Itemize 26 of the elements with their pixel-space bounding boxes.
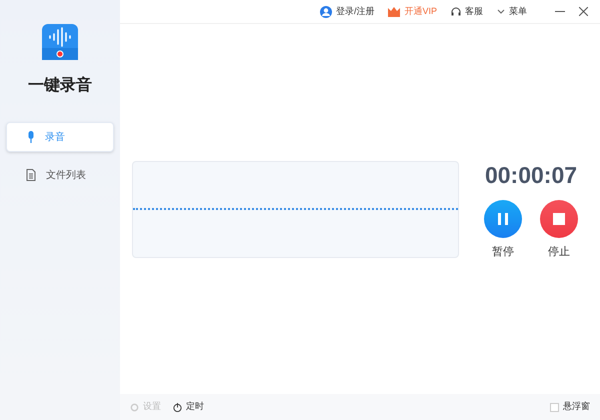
topbar-link[interactable]: 客服 [451, 4, 483, 18]
app-logo-icon [42, 24, 78, 60]
stop-icon [553, 213, 565, 225]
stop-button[interactable] [540, 200, 578, 238]
gear-icon [130, 402, 139, 412]
close-icon[interactable] [579, 7, 588, 16]
timer: 00:00:07 [484, 160, 578, 190]
microphone-icon [27, 131, 35, 143]
document-icon [26, 169, 36, 181]
pause-button[interactable] [484, 200, 522, 238]
timer-button[interactable]: 定时 [173, 400, 204, 414]
user-avatar-icon [320, 6, 332, 18]
minimize-icon[interactable] [555, 10, 565, 12]
crown-icon [388, 6, 400, 16]
headset-icon [451, 6, 461, 16]
topbar-link[interactable]: 登录/注册 [320, 4, 374, 18]
checkbox-label: 悬浮窗 [563, 400, 590, 414]
checkbox[interactable] [550, 402, 559, 412]
chevron-down-icon [497, 8, 505, 14]
timer-icon [173, 402, 182, 412]
pause-icon [498, 213, 508, 225]
button-label: 暂停 [492, 245, 514, 260]
button-label: 停止 [548, 245, 570, 260]
sidebar-item[interactable]: 文件列表 [6, 160, 114, 190]
app-title: 一键录音 [28, 75, 92, 96]
topbar-link[interactable]: 菜单 [497, 4, 527, 18]
